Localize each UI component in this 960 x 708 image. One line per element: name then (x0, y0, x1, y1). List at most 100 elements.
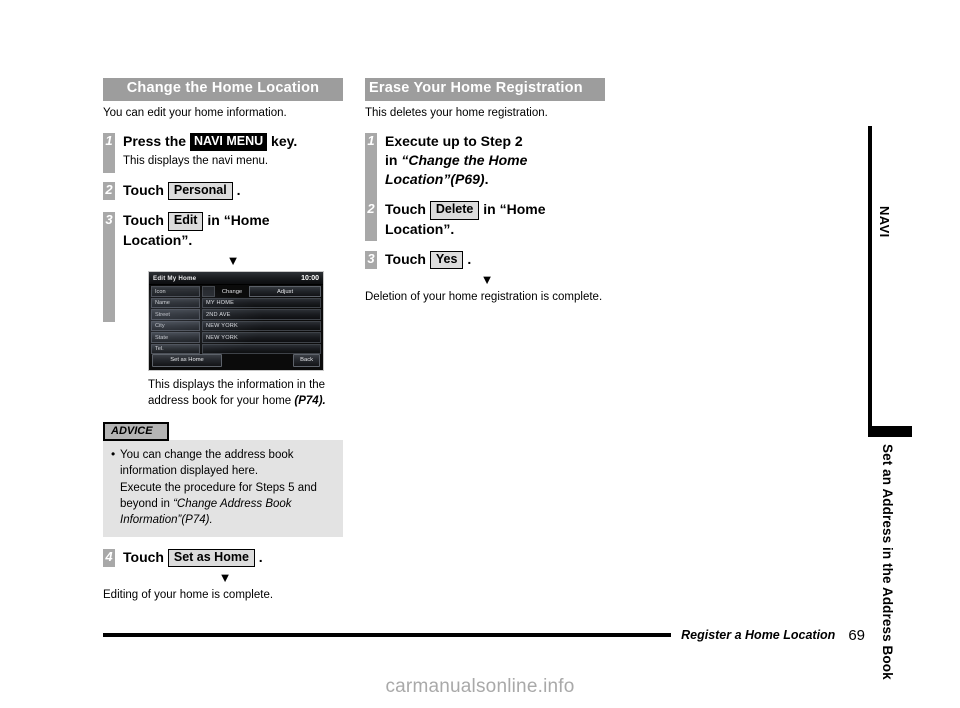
step-title-text-after: in “Home (207, 212, 270, 229)
step-title-line2: Location”. (385, 220, 455, 237)
advice-label: ADVICE (103, 422, 169, 442)
nav-row-value[interactable]: 2ND AVE (202, 309, 321, 320)
section-header-change-home: Change the Home Location (103, 78, 343, 101)
flow-arrow-icon: ▼ (480, 272, 494, 288)
left-closing-text: Editing of your home is complete. (103, 589, 274, 602)
right-column: Erase Your Home Registration This delete… (365, 78, 605, 306)
step-title-line3: Location”(P69). (385, 170, 605, 189)
nav-row-city: City NEW YORK (151, 320, 321, 332)
nav-row-icon: Icon Change Adjust (151, 286, 321, 297)
side-tab-label-chapter: Set an Address in the Address Book (880, 444, 895, 680)
step-4: 4 Touch Set as Home . (103, 548, 343, 568)
side-tab-label-navi: NAVI (877, 206, 892, 238)
nav-row-label: Name (151, 297, 200, 309)
step-number-badge: 2 (365, 201, 377, 242)
nav-adjust-button[interactable]: Adjust (249, 286, 321, 297)
step-title-line1: Execute up to Step 2 (385, 133, 523, 150)
left-column: Change the Home Location You can edit yo… (103, 78, 343, 604)
delete-button-chip[interactable]: Delete (429, 201, 480, 220)
nav-row-value[interactable]: MY HOME (202, 297, 321, 309)
step-3: 3 Touch Edit in “Home Location”. ▼ Edit … (103, 211, 343, 409)
nav-row-state: State NEW YORK (151, 332, 321, 343)
step-title-line2-reference: “Change the Home (401, 152, 528, 169)
personal-button-chip[interactable]: Personal (167, 181, 233, 201)
flow-arrow-icon: ▼ (226, 253, 240, 268)
advice-box: ADVICE You can change the address book i… (103, 421, 343, 537)
step-title-text-after: . (467, 250, 472, 267)
page-footer: Register a Home Location 69 (103, 624, 865, 646)
step-title: Press the NAVI MENU key. (123, 132, 343, 151)
step-title: Touch Yes . (385, 250, 605, 270)
side-rule-lower (868, 314, 872, 435)
step-2: 2 Touch Delete in “Home Location”. (365, 200, 605, 242)
yes-button-chip[interactable]: Yes (429, 250, 464, 270)
nav-row-value[interactable]: NEW YORK (202, 332, 321, 343)
nav-back-button[interactable]: Back (293, 354, 320, 367)
side-rule-upper (868, 126, 872, 314)
step-title-line2: in “Change the Home (385, 151, 605, 170)
step-number-badge: 3 (365, 250, 377, 269)
step-number-badge: 3 (103, 212, 115, 323)
step-title-line3-after: . (484, 171, 489, 188)
advice-body: You can change the address book informat… (103, 440, 343, 537)
nav-set-as-home-button[interactable]: Set as Home (152, 354, 222, 367)
step-title: Touch Personal . (123, 181, 343, 201)
step-2: 2 Touch Personal . (103, 181, 343, 201)
side-tab-block (868, 426, 912, 437)
step-title-text-before: Touch (385, 201, 426, 218)
nav-change-button[interactable]: Change (215, 286, 249, 296)
step-title-text-after: in “Home (483, 201, 546, 218)
step-title-text-before: Touch (385, 250, 426, 267)
step-title: Execute up to Step 2 in “Change the Home… (385, 132, 605, 189)
step-1: 1 Execute up to Step 2 in “Change the Ho… (365, 132, 605, 208)
advice-line-1: You can change the address book informat… (120, 449, 294, 478)
flow-arrow-icon: ▼ (218, 570, 232, 586)
nav-row-street: Street 2ND AVE (151, 309, 321, 320)
step-number-badge: 1 (365, 133, 377, 208)
step-title-text-after: . (258, 548, 263, 565)
set-as-home-button-chip[interactable]: Set as Home (167, 548, 255, 568)
step-title-line3-reference: Location”(P69) (385, 171, 485, 188)
nav-screen-title: Edit My Home (153, 274, 197, 282)
nav-icon-swatch (202, 286, 215, 297)
step-title-text-after: . (236, 181, 241, 198)
step-subtext: This displays the navi menu. (123, 155, 269, 168)
step-number-badge: 2 (103, 181, 115, 200)
right-closing-text: Deletion of your home registration is co… (365, 291, 603, 304)
step-title: Touch Set as Home . (123, 548, 343, 568)
step-title: Touch Delete in “Home Location”. (385, 200, 605, 239)
nav-screen-titlebar: Edit My Home 10:00 (149, 272, 323, 285)
footer-page-number: 69 (848, 626, 865, 644)
advice-list-item: You can change the address book informat… (111, 446, 335, 527)
side-tab: NAVI Set an Address in the Address Book (868, 126, 914, 680)
section-header-erase-home: Erase Your Home Registration (365, 78, 605, 101)
step-title-line2-before: in (385, 152, 398, 169)
step-title-text-before: Touch (123, 181, 164, 198)
edit-button-chip[interactable]: Edit (167, 212, 204, 232)
nav-row-label: State (151, 332, 200, 343)
nav-screen-clock: 10:00 (301, 274, 319, 282)
step-3: 3 Touch Yes . (365, 250, 605, 270)
nav-screen-caption: This displays the information in the add… (148, 378, 343, 409)
step-title: Touch Edit in “Home Location”. (123, 211, 343, 250)
watermark: carmanualsonline.info (385, 676, 575, 697)
nav-screen-softkey-bar: Set as Home Back (149, 353, 323, 370)
step-title-text-before: Touch (123, 548, 164, 565)
nav-screen-edit-my-home: Edit My Home 10:00 Icon Change Adjust Na… (148, 271, 324, 371)
navi-menu-key-chip[interactable]: NAVI MENU (189, 133, 268, 151)
nav-row-label: City (151, 320, 200, 332)
footer-title: Register a Home Location (681, 628, 836, 642)
nav-row-name: Name MY HOME (151, 297, 321, 309)
nav-caption-page-reference: (P74). (294, 394, 326, 407)
section-intro-text: You can edit your home information. (103, 106, 287, 119)
section-intro-text: This deletes your home registration. (365, 106, 548, 119)
nav-row-label: Icon (151, 286, 200, 297)
nav-row-value[interactable]: NEW YORK (202, 320, 321, 332)
nav-row-label: Street (151, 309, 200, 320)
step-number-badge: 4 (103, 548, 115, 567)
step-title-text-after: key. (271, 133, 298, 150)
footer-rule (103, 633, 672, 637)
step-number-badge: 1 (103, 133, 115, 174)
step-title-line2: Location”. (123, 232, 193, 249)
step-1: 1 Press the NAVI MENU key. This displays… (103, 132, 343, 174)
